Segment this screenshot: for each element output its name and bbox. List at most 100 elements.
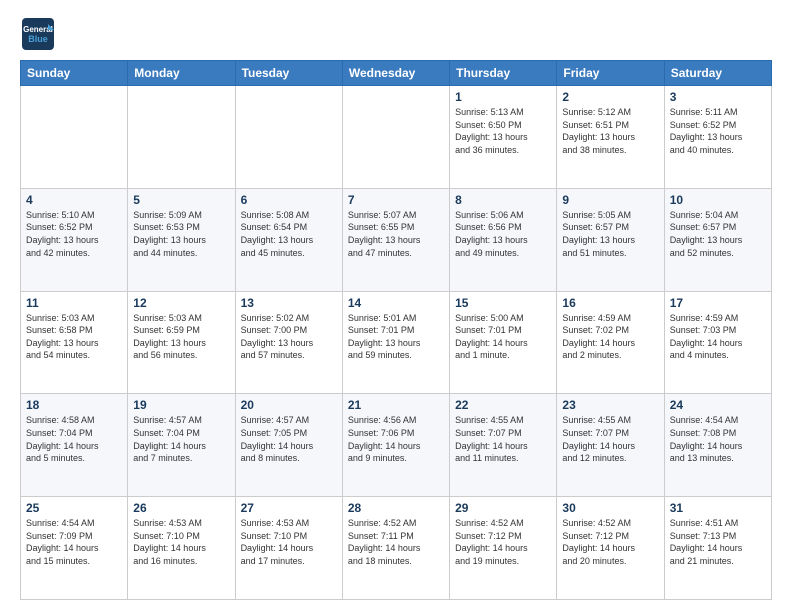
calendar-cell: 8Sunrise: 5:06 AM Sunset: 6:56 PM Daylig…	[450, 188, 557, 291]
calendar-week-1: 1 Sunrise: 5:13 AM Sunset: 6:50 PM Daylig…	[21, 86, 772, 189]
calendar-cell: 13 Sunrise: 5:02 AM Sunset: 7:00 PM Dayli…	[235, 291, 342, 394]
calendar-cell: 29Sunrise: 4:52 AM Sunset: 7:12 PM Dayli…	[450, 497, 557, 600]
calendar-week-2: 4 Sunrise: 5:10 AM Sunset: 6:52 PM Daylig…	[21, 188, 772, 291]
weekday-header-tuesday: Tuesday	[235, 61, 342, 86]
calendar-cell: 14 Sunrise: 5:01 AM Sunset: 7:01 PM Dayli…	[342, 291, 449, 394]
calendar-cell: 19 Sunrise: 4:57 AM Sunset: 7:04 PM Dayli…	[128, 394, 235, 497]
day-info: Sunrise: 4:57 AM Sunset: 7:05 PM Dayligh…	[241, 414, 337, 464]
day-number: 19	[133, 398, 229, 412]
day-info: Sunrise: 4:55 AM Sunset: 7:07 PM Dayligh…	[562, 414, 658, 464]
calendar-cell: 23 Sunrise: 4:55 AM Sunset: 7:07 PM Dayli…	[557, 394, 664, 497]
day-info: Sunrise: 5:11 AM Sunset: 6:52 PM Dayligh…	[670, 106, 766, 156]
calendar-cell: 25 Sunrise: 4:54 AM Sunset: 7:09 PM Dayli…	[21, 497, 128, 600]
calendar-cell: 18 Sunrise: 4:58 AM Sunset: 7:04 PM Dayli…	[21, 394, 128, 497]
day-info: Sunrise: 4:58 AM Sunset: 7:04 PM Dayligh…	[26, 414, 122, 464]
day-info: Sunrise: 4:59 AM Sunset: 7:03 PM Dayligh…	[670, 312, 766, 362]
weekday-header-sunday: Sunday	[21, 61, 128, 86]
calendar-cell: 10 Sunrise: 5:04 AM Sunset: 6:57 PM Dayli…	[664, 188, 771, 291]
header: General Blue	[20, 16, 772, 52]
day-number: 30	[562, 501, 658, 515]
logo-icon: General Blue	[20, 16, 56, 52]
calendar-cell: 15 Sunrise: 5:00 AM Sunset: 7:01 PM Dayli…	[450, 291, 557, 394]
day-info: Sunrise: 5:04 AM Sunset: 6:57 PM Dayligh…	[670, 209, 766, 259]
day-number: 8	[455, 193, 551, 207]
day-info: Sunrise: 4:54 AM Sunset: 7:08 PM Dayligh…	[670, 414, 766, 464]
day-number: 6	[241, 193, 337, 207]
day-info: Sunrise: 5:03 AM Sunset: 6:58 PM Dayligh…	[26, 312, 122, 362]
calendar-cell	[235, 86, 342, 189]
day-info: Sunrise: 4:53 AM Sunset: 7:10 PM Dayligh…	[133, 517, 229, 567]
calendar-cell: 7 Sunrise: 5:07 AM Sunset: 6:55 PM Daylig…	[342, 188, 449, 291]
day-info: Sunrise: 5:02 AM Sunset: 7:00 PM Dayligh…	[241, 312, 337, 362]
logo: General Blue	[20, 16, 56, 52]
day-info: Sunrise: 5:03 AM Sunset: 6:59 PM Dayligh…	[133, 312, 229, 362]
day-info: Sunrise: 5:07 AM Sunset: 6:55 PM Dayligh…	[348, 209, 444, 259]
day-number: 22	[455, 398, 551, 412]
day-number: 25	[26, 501, 122, 515]
calendar-cell: 24 Sunrise: 4:54 AM Sunset: 7:08 PM Dayli…	[664, 394, 771, 497]
day-info: Sunrise: 5:08 AM Sunset: 6:54 PM Dayligh…	[241, 209, 337, 259]
calendar-week-4: 18 Sunrise: 4:58 AM Sunset: 7:04 PM Dayli…	[21, 394, 772, 497]
day-info: Sunrise: 5:00 AM Sunset: 7:01 PM Dayligh…	[455, 312, 551, 362]
page: General Blue SundayMondayTuesdayWednesda…	[0, 0, 792, 612]
weekday-header-monday: Monday	[128, 61, 235, 86]
day-info: Sunrise: 5:13 AM Sunset: 6:50 PM Dayligh…	[455, 106, 551, 156]
weekday-header-thursday: Thursday	[450, 61, 557, 86]
day-number: 5	[133, 193, 229, 207]
day-number: 11	[26, 296, 122, 310]
calendar-cell: 3Sunrise: 5:11 AM Sunset: 6:52 PM Daylig…	[664, 86, 771, 189]
calendar-cell	[128, 86, 235, 189]
day-info: Sunrise: 5:05 AM Sunset: 6:57 PM Dayligh…	[562, 209, 658, 259]
day-number: 24	[670, 398, 766, 412]
calendar-cell: 22 Sunrise: 4:55 AM Sunset: 7:07 PM Dayli…	[450, 394, 557, 497]
day-number: 14	[348, 296, 444, 310]
day-info: Sunrise: 4:52 AM Sunset: 7:11 PM Dayligh…	[348, 517, 444, 567]
calendar-cell: 26 Sunrise: 4:53 AM Sunset: 7:10 PM Dayli…	[128, 497, 235, 600]
day-number: 26	[133, 501, 229, 515]
weekday-header-friday: Friday	[557, 61, 664, 86]
day-info: Sunrise: 4:55 AM Sunset: 7:07 PM Dayligh…	[455, 414, 551, 464]
day-info: Sunrise: 4:57 AM Sunset: 7:04 PM Dayligh…	[133, 414, 229, 464]
day-number: 28	[348, 501, 444, 515]
calendar-cell: 2 Sunrise: 5:12 AM Sunset: 6:51 PM Daylig…	[557, 86, 664, 189]
calendar-cell: 11 Sunrise: 5:03 AM Sunset: 6:58 PM Dayli…	[21, 291, 128, 394]
calendar-cell: 30Sunrise: 4:52 AM Sunset: 7:12 PM Dayli…	[557, 497, 664, 600]
day-number: 7	[348, 193, 444, 207]
weekday-header-saturday: Saturday	[664, 61, 771, 86]
calendar-cell: 1 Sunrise: 5:13 AM Sunset: 6:50 PM Daylig…	[450, 86, 557, 189]
calendar-cell	[21, 86, 128, 189]
day-number: 12	[133, 296, 229, 310]
day-info: Sunrise: 5:10 AM Sunset: 6:52 PM Dayligh…	[26, 209, 122, 259]
day-number: 16	[562, 296, 658, 310]
svg-text:Blue: Blue	[28, 34, 48, 44]
day-number: 2	[562, 90, 658, 104]
calendar-week-3: 11 Sunrise: 5:03 AM Sunset: 6:58 PM Dayli…	[21, 291, 772, 394]
day-number: 21	[348, 398, 444, 412]
day-number: 10	[670, 193, 766, 207]
day-info: Sunrise: 4:56 AM Sunset: 7:06 PM Dayligh…	[348, 414, 444, 464]
day-info: Sunrise: 4:54 AM Sunset: 7:09 PM Dayligh…	[26, 517, 122, 567]
day-number: 27	[241, 501, 337, 515]
calendar-cell: 5Sunrise: 5:09 AM Sunset: 6:53 PM Daylig…	[128, 188, 235, 291]
day-number: 13	[241, 296, 337, 310]
calendar-table: SundayMondayTuesdayWednesdayThursdayFrid…	[20, 60, 772, 600]
calendar-cell: 6 Sunrise: 5:08 AM Sunset: 6:54 PM Daylig…	[235, 188, 342, 291]
calendar-cell: 16Sunrise: 4:59 AM Sunset: 7:02 PM Dayli…	[557, 291, 664, 394]
day-info: Sunrise: 5:12 AM Sunset: 6:51 PM Dayligh…	[562, 106, 658, 156]
calendar-cell: 21 Sunrise: 4:56 AM Sunset: 7:06 PM Dayli…	[342, 394, 449, 497]
day-number: 4	[26, 193, 122, 207]
day-number: 18	[26, 398, 122, 412]
day-info: Sunrise: 4:51 AM Sunset: 7:13 PM Dayligh…	[670, 517, 766, 567]
calendar-cell: 20Sunrise: 4:57 AM Sunset: 7:05 PM Dayli…	[235, 394, 342, 497]
calendar-cell: 31 Sunrise: 4:51 AM Sunset: 7:13 PM Dayli…	[664, 497, 771, 600]
day-number: 23	[562, 398, 658, 412]
calendar-cell: 27Sunrise: 4:53 AM Sunset: 7:10 PM Dayli…	[235, 497, 342, 600]
calendar-header-row: SundayMondayTuesdayWednesdayThursdayFrid…	[21, 61, 772, 86]
day-number: 1	[455, 90, 551, 104]
day-number: 31	[670, 501, 766, 515]
calendar-cell: 4 Sunrise: 5:10 AM Sunset: 6:52 PM Daylig…	[21, 188, 128, 291]
day-info: Sunrise: 5:01 AM Sunset: 7:01 PM Dayligh…	[348, 312, 444, 362]
calendar-cell	[342, 86, 449, 189]
calendar-cell: 9Sunrise: 5:05 AM Sunset: 6:57 PM Daylig…	[557, 188, 664, 291]
day-number: 15	[455, 296, 551, 310]
